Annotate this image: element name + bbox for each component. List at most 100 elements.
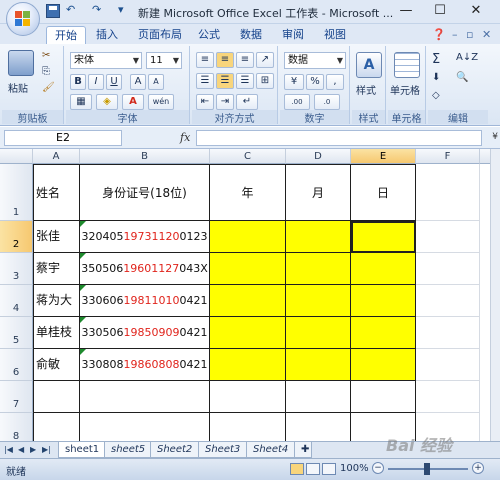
column-header-d[interactable]: D — [286, 149, 351, 164]
autosum-button[interactable]: Σ — [432, 52, 440, 67]
cell-c1[interactable]: 年 — [210, 164, 286, 221]
cell-d7[interactable] — [286, 381, 351, 413]
fill-icon[interactable]: ⬇ — [432, 72, 440, 83]
cell-f3[interactable] — [416, 253, 480, 285]
column-header-e[interactable]: E — [351, 149, 416, 164]
cell-b4[interactable]: 330606198110100421 — [80, 285, 210, 317]
cell-c4[interactable] — [210, 285, 286, 317]
cell-b2[interactable]: 320405197311200123 — [80, 221, 210, 253]
cell-e6[interactable] — [351, 349, 416, 381]
cell-a3[interactable]: 蔡宇 — [33, 253, 80, 285]
cell-a2[interactable]: 张佳 — [33, 221, 80, 253]
cell-c6[interactable] — [210, 349, 286, 381]
cell-a4[interactable]: 蒋为大 — [33, 285, 80, 317]
merge-center-icon[interactable]: ⊞ — [256, 73, 274, 89]
paste-button[interactable]: 粘贴 — [8, 80, 28, 95]
cell-b5[interactable]: 330506198509090421 — [80, 317, 210, 349]
row-header-7[interactable]: 7 — [0, 381, 33, 413]
decrease-indent-icon[interactable]: ⇤ — [196, 94, 214, 110]
cell-a8[interactable] — [33, 413, 80, 441]
border-button[interactable]: ▦ — [70, 94, 92, 110]
expand-formula-icon[interactable]: ¥ — [492, 132, 498, 142]
paste-icon[interactable] — [8, 50, 34, 76]
redo-icon[interactable]: ↷ — [92, 3, 101, 16]
grow-font-button[interactable]: A — [130, 74, 146, 90]
percent-button[interactable]: % — [306, 74, 324, 90]
tab-page-layout[interactable]: 页面布局 — [130, 26, 190, 44]
cut-icon[interactable]: ✂ — [42, 50, 50, 61]
font-color-button[interactable]: A — [122, 94, 144, 110]
sheet-tab-sheet3[interactable]: Sheet3 — [198, 442, 248, 458]
column-header-a[interactable]: A — [33, 149, 80, 164]
maximize-button[interactable]: ☐ — [426, 2, 454, 20]
tab-data[interactable]: 数据 — [232, 26, 270, 44]
row-header-1[interactable]: 1 — [0, 164, 33, 221]
cell-e5[interactable] — [351, 317, 416, 349]
cell-c7[interactable] — [210, 381, 286, 413]
sort-filter-icon[interactable]: A↓Z — [456, 52, 478, 63]
cell-d4[interactable] — [286, 285, 351, 317]
align-top-icon[interactable]: ≡ — [196, 52, 214, 68]
cell-a5[interactable]: 单桂枝 — [33, 317, 80, 349]
wrap-text-icon[interactable]: ↵ — [236, 94, 258, 110]
row-header-5[interactable]: 5 — [0, 317, 33, 349]
sheet-tab-sheet4[interactable]: Sheet4 — [246, 442, 296, 458]
format-painter-icon[interactable]: 🖌 — [42, 82, 55, 93]
last-sheet-icon[interactable]: ▶| — [42, 445, 51, 454]
cell-d1[interactable]: 月 — [286, 164, 351, 221]
fill-color-button[interactable]: ◈ — [96, 94, 118, 110]
cell-f2[interactable] — [416, 221, 480, 253]
row-header-6[interactable]: 6 — [0, 349, 33, 381]
align-left-icon[interactable]: ☰ — [196, 73, 214, 89]
ribbon-minimize-icon[interactable]: – — [452, 28, 458, 41]
cell-d5[interactable] — [286, 317, 351, 349]
phonetic-button[interactable]: wén — [148, 94, 174, 110]
select-all-corner[interactable] — [0, 149, 33, 164]
ribbon-restore-icon[interactable]: ▫ — [466, 28, 473, 41]
bold-button[interactable]: B — [70, 74, 86, 90]
cell-c5[interactable] — [210, 317, 286, 349]
number-format-select[interactable]: 数据 ▼ — [284, 52, 346, 69]
normal-view-icon[interactable] — [290, 463, 304, 475]
orientation-icon[interactable]: ↗ — [256, 52, 274, 68]
tab-formulas[interactable]: 公式 — [190, 26, 228, 44]
cell-e7[interactable] — [351, 381, 416, 413]
cell-e3[interactable] — [351, 253, 416, 285]
first-sheet-icon[interactable]: |◀ — [4, 445, 13, 454]
zoom-in-button[interactable]: + — [472, 462, 484, 474]
cell-f4[interactable] — [416, 285, 480, 317]
sheet-tab-sheet2[interactable]: Sheet2 — [150, 442, 200, 458]
help-icon[interactable]: ❓ — [432, 28, 446, 41]
styles-icon[interactable]: A — [356, 52, 382, 78]
cell-b3[interactable]: 35050619601127043X — [80, 253, 210, 285]
column-header-f[interactable]: F — [416, 149, 480, 164]
zoom-slider-thumb[interactable] — [424, 463, 430, 475]
undo-icon[interactable]: ↶ — [66, 3, 75, 16]
cell-c2[interactable] — [210, 221, 286, 253]
cell-b8[interactable] — [80, 413, 210, 441]
formula-input[interactable] — [196, 130, 482, 146]
copy-icon[interactable]: ⎘ — [42, 66, 50, 77]
save-icon[interactable] — [46, 4, 60, 18]
cells-icon[interactable] — [394, 52, 420, 78]
row-header-4[interactable]: 4 — [0, 285, 33, 317]
cell-d2[interactable] — [286, 221, 351, 253]
prev-sheet-icon[interactable]: ◀ — [18, 445, 24, 454]
row-header-8[interactable]: 8 — [0, 413, 33, 441]
insert-sheet-icon[interactable]: ✚ — [294, 442, 312, 458]
zoom-level[interactable]: 100% — [340, 463, 369, 474]
align-bottom-icon[interactable]: ≡ — [236, 52, 254, 68]
zoom-out-button[interactable]: − — [372, 462, 384, 474]
align-middle-icon[interactable]: ≡ — [216, 52, 234, 68]
customize-quick-access-icon[interactable]: ▾ — [118, 3, 124, 16]
cell-f7[interactable] — [416, 381, 480, 413]
cell-c8[interactable] — [210, 413, 286, 441]
tab-review[interactable]: 审阅 — [274, 26, 312, 44]
cell-d3[interactable] — [286, 253, 351, 285]
row-header-3[interactable]: 3 — [0, 253, 33, 285]
cell-f5[interactable] — [416, 317, 480, 349]
column-header-b[interactable]: B — [80, 149, 210, 164]
tab-view[interactable]: 视图 — [316, 26, 354, 44]
comma-button[interactable]: , — [326, 74, 344, 90]
cell-d8[interactable] — [286, 413, 351, 441]
